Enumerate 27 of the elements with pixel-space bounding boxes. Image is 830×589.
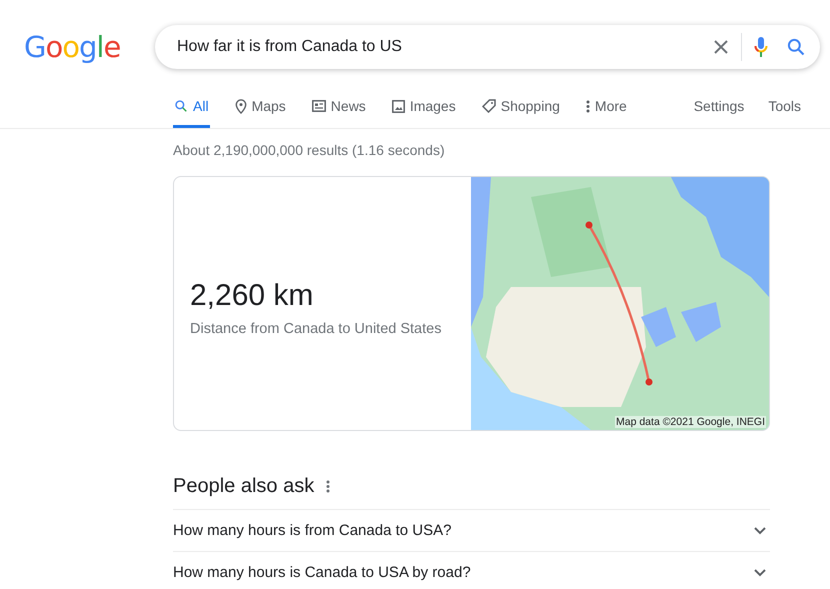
tab[interactable]: All: [173, 98, 210, 128]
question-text: How many hours is Canada to USA by road?: [173, 564, 471, 581]
search-icon[interactable]: [786, 37, 806, 57]
newspaper-icon: [312, 100, 326, 112]
tab[interactable]: Maps: [234, 98, 287, 128]
toolbar-link[interactable]: Settings: [694, 98, 744, 128]
distance-value: 2,260 km: [190, 278, 314, 312]
result-stats: About 2,190,000,000 results (1.16 seconds): [173, 141, 446, 160]
tab[interactable]: News: [310, 98, 367, 128]
close-icon[interactable]: [713, 39, 729, 55]
map-attribution: Map data ©2021 Google, INEGI: [615, 416, 766, 428]
map-pin-icon: [234, 98, 247, 114]
search-field[interactable]: How far it is from Canada to US: [175, 37, 713, 57]
search-icon: [174, 99, 188, 113]
google-logo[interactable]: Google: [24, 30, 155, 64]
more-vertical-icon[interactable]: [326, 480, 330, 492]
more-vertical-icon: [586, 100, 590, 112]
tab[interactable]: More: [584, 98, 628, 128]
section-title: People also ask: [173, 474, 314, 498]
microphone-icon[interactable]: [754, 36, 768, 58]
distance-caption: Distance from Canada to United States: [190, 320, 442, 336]
toolbar-link[interactable]: Tools: [768, 98, 801, 128]
tab[interactable]: Images: [390, 98, 457, 128]
image-icon: [392, 100, 405, 112]
question-text: How many hours is from Canada to USA?: [173, 522, 452, 539]
tag-icon: [482, 99, 496, 113]
tab[interactable]: Shopping: [480, 98, 561, 128]
